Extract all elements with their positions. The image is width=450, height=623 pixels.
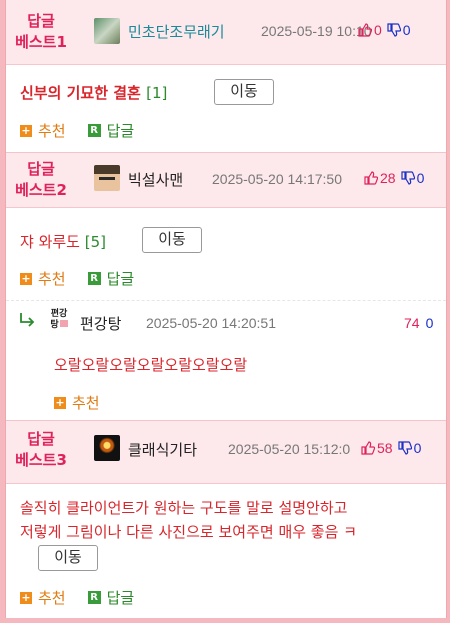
post-date: 2025-05-20 15:12:0 (228, 441, 351, 457)
best-label-3: 답글 베스트3 (6, 429, 76, 471)
thumb-down-icon[interactable] (400, 171, 415, 185)
thumb-down-icon[interactable] (397, 441, 412, 455)
upvote-count[interactable]: 74 (404, 315, 420, 331)
best-label-line2: 베스트2 (15, 181, 67, 199)
downvote-count: 0 (416, 170, 425, 186)
plus-icon: + (20, 271, 32, 285)
best-label-1: 답글 베스트1 (6, 11, 76, 53)
nickname[interactable]: 편강탕 (80, 313, 121, 334)
upvote-count: 28 (380, 170, 396, 186)
vote-box: 0 0 (358, 22, 411, 38)
move-button[interactable]: 이동 (38, 545, 98, 571)
reply-button[interactable]: R 답글 (87, 268, 135, 289)
reply-title-line1[interactable]: 솔직히 클라이언트가 원하는 구도를 말로 설명안하고 (20, 496, 440, 520)
recommend-label: 추천 (38, 589, 66, 607)
thumb-down-icon[interactable] (387, 23, 401, 37)
vote-box: 74 0 (404, 315, 433, 331)
recommend-button[interactable]: + 추천 (20, 120, 66, 141)
best-reply-header-1: 답글 베스트1 민초단조무래기 2025-05-19 10:10 0 0 (6, 0, 446, 65)
recommend-button[interactable]: + 추천 (20, 268, 66, 289)
recommend-button[interactable]: + 추천 (54, 392, 100, 413)
avatar[interactable] (94, 18, 120, 44)
reply-label: 답글 (106, 589, 135, 607)
plus-icon: + (20, 123, 32, 137)
avatar-text-bottom-row: 탕 (44, 320, 74, 331)
action-row: + 추천 (54, 392, 100, 413)
reply-title[interactable]: 신부의 기묘한 결혼 [1] (20, 82, 167, 103)
best-label-line1: 답글 (27, 430, 55, 448)
post-date: 2025-05-20 14:17:50 (212, 171, 342, 187)
reply-arrow-icon (20, 313, 35, 327)
vote-box: 28 0 (364, 170, 424, 186)
best-replies-panel: 답글 베스트1 민초단조무래기 2025-05-19 10:10 0 0 신부의… (5, 0, 447, 618)
move-button[interactable]: 이동 (142, 227, 202, 253)
best-reply-header-2: 답글 베스트2 빅설사맨 2025-05-20 14:17:50 28 0 (6, 152, 446, 208)
nickname[interactable]: 클래식기타 (128, 439, 197, 460)
reply-title[interactable]: 쟈 와루도 [5] (20, 231, 106, 252)
reply-title-line2[interactable]: 저렇게 그림이나 다른 사진으로 보여주면 매우 좋음 ㅋ (20, 520, 440, 544)
avatar-text-bottom: 탕 (50, 320, 59, 330)
reply-title[interactable]: 솔직히 클라이언트가 원하는 구도를 말로 설명안하고 저렇게 그림이나 다른 … (20, 496, 440, 544)
reply-text: 오랄오랄오랄오랄오랄오랄오랄 (54, 356, 248, 374)
action-row: + 추천 R 답글 (20, 268, 134, 289)
reply-title-text[interactable]: 쟈 와루도 (20, 233, 80, 251)
post-date-text: 2025-05-19 1 (261, 23, 345, 39)
avatar[interactable]: 편강 탕 (44, 309, 74, 331)
recommend-button[interactable]: + 추천 (20, 587, 66, 608)
downvote-count[interactable]: 0 (426, 315, 434, 331)
action-row: + 추천 R 답글 (20, 587, 134, 608)
plus-icon: + (20, 590, 32, 604)
upvote-count: 0 (374, 22, 382, 38)
upvote-count: 58 (377, 440, 393, 456)
best-label-line2: 베스트3 (15, 451, 67, 469)
recommend-label: 추천 (38, 270, 66, 288)
reply-badge-icon: R (87, 124, 101, 137)
best-label-line1: 답글 (27, 160, 55, 178)
reply-badge-icon: R (87, 272, 101, 285)
downvote-count: 0 (402, 22, 411, 38)
nickname[interactable]: 빅설사맨 (128, 169, 183, 190)
reply-badge-icon: R (87, 591, 101, 604)
thumb-up-icon[interactable] (361, 441, 375, 455)
downvote-count: 0 (413, 440, 422, 456)
avatar-text-top: 편강 (50, 309, 68, 319)
best-reply-header-3: 답글 베스트3 클래식기타 2025-05-20 15:12:0 58 0 (6, 420, 446, 484)
thumb-up-icon[interactable] (364, 171, 378, 185)
reply-label: 답글 (106, 270, 135, 288)
thumb-up-icon[interactable] (358, 23, 372, 37)
action-row: + 추천 R 답글 (20, 120, 134, 141)
best-label-line1: 답글 (27, 12, 55, 30)
move-button[interactable]: 이동 (214, 79, 274, 105)
post-date: 2025-05-19 10:10 (261, 23, 372, 39)
best-label-line2: 베스트1 (15, 33, 67, 51)
divider (6, 300, 446, 301)
vote-box: 58 0 (361, 440, 421, 456)
recommend-label: 추천 (72, 394, 100, 412)
reply-button[interactable]: R 답글 (87, 120, 135, 141)
comment-count: [1] (146, 84, 168, 102)
reply-label: 답글 (106, 122, 135, 140)
reply-button[interactable]: R 답글 (87, 587, 135, 608)
post-date: 2025-05-20 14:20:51 (146, 315, 276, 331)
nickname[interactable]: 민초단조무래기 (128, 21, 225, 42)
recommend-label: 추천 (38, 122, 66, 140)
avatar[interactable] (94, 435, 120, 461)
avatar[interactable] (94, 165, 120, 191)
comment-count: [5] (84, 233, 106, 251)
best-label-2: 답글 베스트2 (6, 159, 76, 201)
reply-title-text[interactable]: 신부의 기묘한 결혼 (20, 84, 141, 102)
plus-icon: + (54, 395, 66, 409)
